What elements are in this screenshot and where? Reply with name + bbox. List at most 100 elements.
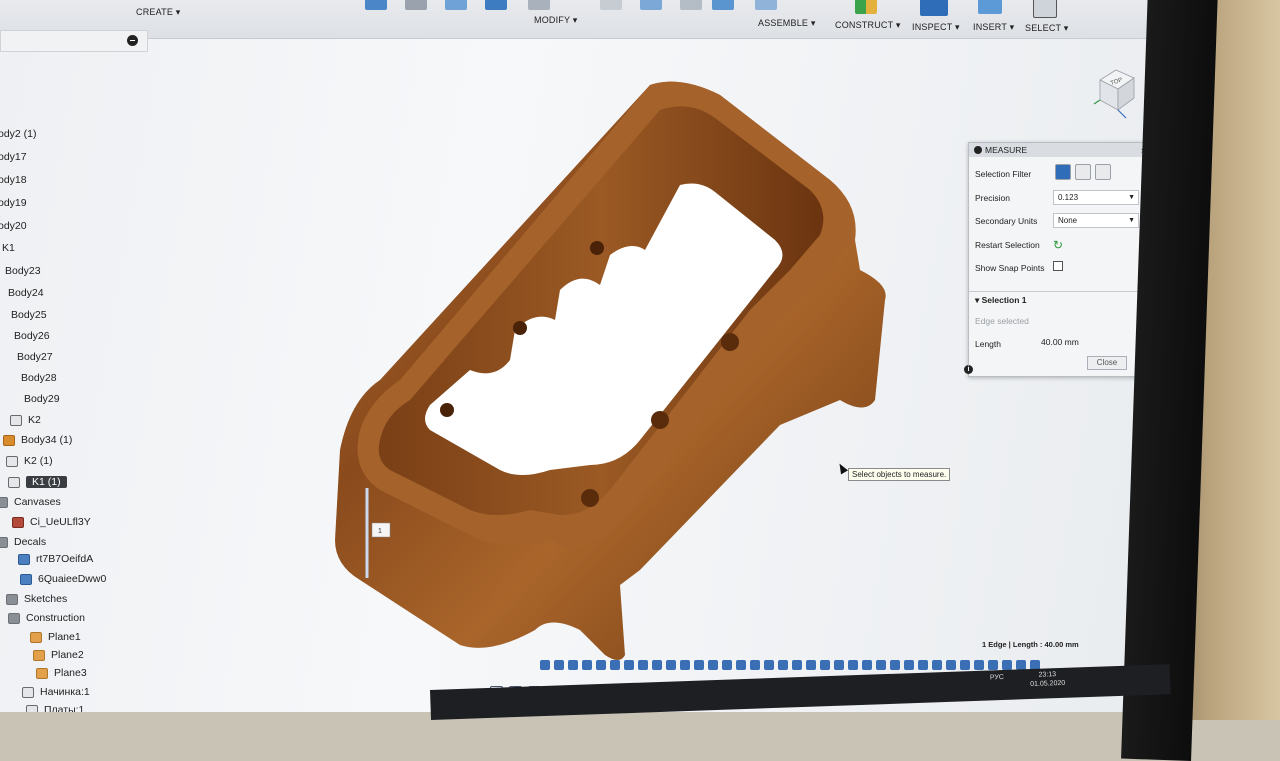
filter-body-icon[interactable] bbox=[1095, 164, 1111, 180]
precision-select[interactable]: 0.123 ▼ bbox=[1053, 190, 1139, 205]
select-menu[interactable]: SELECT ▾ bbox=[1025, 23, 1068, 34]
assemble-tool-icon[interactable] bbox=[600, 0, 622, 10]
tree-item[interactable]: Body23 bbox=[5, 263, 41, 279]
timeline-feature-icon[interactable] bbox=[554, 660, 564, 670]
modify-tool-icon[interactable] bbox=[445, 0, 467, 10]
tree-item[interactable]: rt7B7OeifdA bbox=[18, 551, 93, 567]
tree-item[interactable]: Body27 bbox=[17, 349, 53, 365]
tree-item[interactable]: Платы:1 bbox=[26, 702, 84, 712]
insert-image-icon[interactable] bbox=[978, 0, 1002, 14]
tree-item[interactable]: Начинка:1 bbox=[22, 684, 90, 700]
filter-face-icon[interactable] bbox=[1075, 164, 1091, 180]
construct-plane-icon[interactable] bbox=[855, 0, 877, 14]
timeline-feature-icon[interactable] bbox=[904, 660, 914, 670]
tree-item[interactable]: Body24 bbox=[8, 285, 44, 301]
tree-item[interactable]: Plane3 bbox=[36, 665, 87, 681]
modify-tool-icon[interactable] bbox=[365, 0, 387, 10]
tree-item[interactable]: Body26 bbox=[14, 328, 50, 344]
assemble-tool-icon[interactable] bbox=[640, 0, 662, 10]
create-menu[interactable]: CREATE ▾ bbox=[136, 7, 180, 18]
timeline-feature-icon[interactable] bbox=[736, 660, 746, 670]
timeline-feature-icon[interactable] bbox=[918, 660, 928, 670]
tree-folder-construction[interactable]: Construction bbox=[8, 610, 85, 626]
tree-item[interactable]: K2 (1) bbox=[6, 453, 53, 469]
timeline-feature-icon[interactable] bbox=[610, 660, 620, 670]
timeline-feature-icon[interactable] bbox=[596, 660, 606, 670]
tree-item[interactable]: Plane2 bbox=[33, 647, 84, 663]
timeline-feature-icon[interactable] bbox=[680, 660, 690, 670]
timeline-feature-icon[interactable] bbox=[890, 660, 900, 670]
tree-item[interactable]: Body28 bbox=[21, 370, 57, 386]
timeline-feature-icon[interactable] bbox=[820, 660, 830, 670]
timeline-feature-icon[interactable] bbox=[764, 660, 774, 670]
tree-item[interactable]: ody2 (1) bbox=[0, 126, 37, 142]
tree-item[interactable]: ody18 bbox=[0, 172, 27, 188]
timeline-feature-icon[interactable] bbox=[862, 660, 872, 670]
timeline-feature-icon[interactable] bbox=[722, 660, 732, 670]
filter-edge-icon[interactable] bbox=[1055, 164, 1071, 180]
timeline-feature-icon[interactable] bbox=[960, 660, 970, 670]
timeline-feature-icon[interactable] bbox=[834, 660, 844, 670]
tree-item[interactable]: ody17 bbox=[0, 149, 27, 165]
secondary-units-select[interactable]: None ▼ bbox=[1053, 213, 1139, 228]
construct-menu[interactable]: CONSTRUCT ▾ bbox=[835, 20, 901, 31]
timeline-feature-icon[interactable] bbox=[988, 660, 998, 670]
tree-item[interactable]: Plane1 bbox=[30, 629, 81, 645]
timeline-feature-icon[interactable] bbox=[778, 660, 788, 670]
tree-folder-decals[interactable]: Decals bbox=[0, 534, 46, 550]
timeline-feature-icon[interactable] bbox=[540, 660, 550, 670]
timeline-feature-icon[interactable] bbox=[848, 660, 858, 670]
tree-item[interactable]: ody20 bbox=[0, 218, 27, 234]
timeline-feature-icon[interactable] bbox=[694, 660, 704, 670]
assemble-menu[interactable]: ASSEMBLE ▾ bbox=[758, 18, 816, 29]
tree-item[interactable]: ody19 bbox=[0, 195, 27, 211]
tree-item[interactable]: K1 bbox=[2, 240, 15, 256]
timeline-feature-icon[interactable] bbox=[666, 660, 676, 670]
tree-item[interactable]: K2 bbox=[10, 412, 41, 428]
model-viewport[interactable]: 1 bbox=[320, 70, 900, 670]
tree-item-selected[interactable]: K1 (1) bbox=[8, 474, 67, 490]
timeline-feature-icon[interactable] bbox=[750, 660, 760, 670]
timeline-feature-icon[interactable] bbox=[652, 660, 662, 670]
timeline-feature-icon[interactable] bbox=[792, 660, 802, 670]
view-cube[interactable]: TOP bbox=[1092, 62, 1138, 122]
assemble-tool-icon[interactable] bbox=[680, 0, 702, 10]
select-cursor-icon[interactable] bbox=[1033, 0, 1057, 18]
timeline-feature-icon[interactable] bbox=[708, 660, 718, 670]
tree-item[interactable]: 6QuaieeDww0 bbox=[20, 571, 106, 587]
inspect-measure-icon[interactable] bbox=[920, 0, 948, 16]
assemble-tool-icon[interactable] bbox=[712, 0, 734, 10]
timeline-feature-icon[interactable] bbox=[946, 660, 956, 670]
timeline-feature-icon[interactable] bbox=[806, 660, 816, 670]
insert-menu[interactable]: INSERT ▾ bbox=[973, 22, 1014, 33]
tree-item[interactable]: Ci_UeULfl3Y bbox=[12, 514, 91, 530]
timeline-feature-icon[interactable] bbox=[624, 660, 634, 670]
assemble-tool-icon[interactable] bbox=[755, 0, 777, 10]
timeline-feature-icon[interactable] bbox=[638, 660, 648, 670]
timeline-feature-icon[interactable] bbox=[582, 660, 592, 670]
selection-1-header[interactable]: ▾ Selection 1 bbox=[975, 295, 1027, 306]
info-icon[interactable]: i bbox=[964, 365, 973, 374]
modify-tool-icon[interactable] bbox=[485, 0, 507, 10]
inspect-menu[interactable]: INSPECT ▾ bbox=[912, 22, 960, 33]
show-snap-points-checkbox[interactable] bbox=[1053, 261, 1063, 271]
dialog-grip-icon[interactable] bbox=[974, 146, 982, 154]
language-indicator[interactable]: РУС bbox=[990, 674, 1004, 681]
timeline-feature-icon[interactable] bbox=[1002, 660, 1012, 670]
tree-folder-canvases[interactable]: Canvases bbox=[0, 494, 61, 510]
timeline-feature-icon[interactable] bbox=[974, 660, 984, 670]
modify-tool-icon[interactable] bbox=[528, 0, 550, 10]
modify-menu[interactable]: MODIFY ▾ bbox=[534, 15, 577, 26]
tree-item[interactable]: Body29 bbox=[24, 391, 60, 407]
timeline-feature-icon[interactable] bbox=[568, 660, 578, 670]
tree-item[interactable]: Body34 (1) bbox=[3, 432, 72, 448]
timeline-feature-icon[interactable] bbox=[932, 660, 942, 670]
close-button[interactable]: Close bbox=[1087, 356, 1127, 370]
tree-item[interactable]: Body25 bbox=[11, 307, 47, 323]
timeline-feature-icon[interactable] bbox=[876, 660, 886, 670]
restart-selection-icon[interactable]: ↻ bbox=[1053, 238, 1063, 252]
taskbar-clock[interactable]: 23:13 01.05.2020 bbox=[1030, 670, 1066, 689]
tree-folder-sketches[interactable]: Sketches bbox=[6, 591, 67, 607]
modify-tool-icon[interactable] bbox=[405, 0, 427, 10]
collapse-icon[interactable] bbox=[127, 35, 138, 46]
